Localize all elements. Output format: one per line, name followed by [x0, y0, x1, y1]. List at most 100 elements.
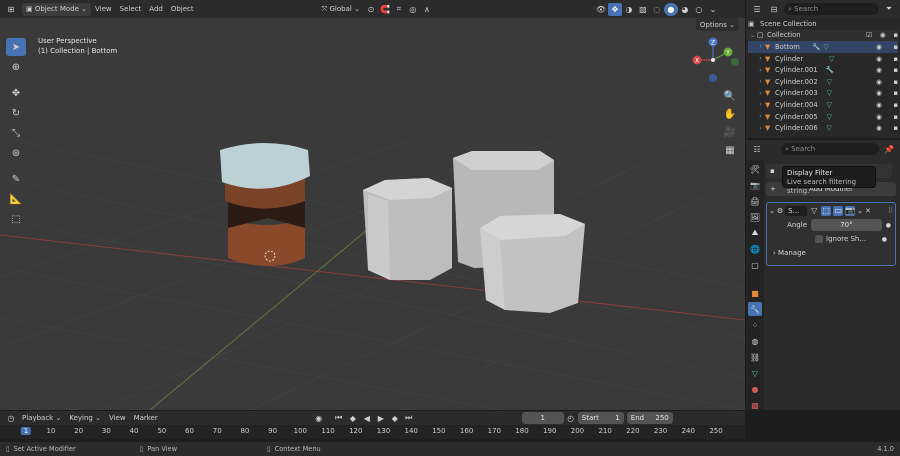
- outliner-item-cylinder-001[interactable]: › ▼ Cylinder.001 🔧 ◉ ▪: [748, 64, 898, 76]
- mode-dropdown[interactable]: ▣ Object Mode ⌄: [22, 2, 92, 16]
- collection-tab[interactable]: ▢: [748, 258, 762, 272]
- checkbox-icon[interactable]: ☑: [866, 31, 872, 39]
- camera-icon[interactable]: ▪: [893, 78, 898, 86]
- drag-handle-icon[interactable]: ⠿: [888, 207, 893, 215]
- camera-icon[interactable]: ▪: [893, 101, 898, 109]
- jump-keyframe-back-icon[interactable]: ◆: [346, 412, 360, 425]
- outliner-item-cylinder-006[interactable]: › ▼ Cylinder.006 ▽ ◉ ▪: [748, 122, 898, 134]
- camera-icon[interactable]: ▪: [893, 89, 898, 97]
- outliner-item-cylinder[interactable]: › ▼ Cylinder ▽ ◉ ▪: [748, 53, 898, 65]
- falloff-icon[interactable]: ∧: [420, 3, 434, 16]
- on-cage-icon[interactable]: ▽: [809, 206, 819, 216]
- timeline-view-menu[interactable]: View: [105, 412, 130, 425]
- texture-tab[interactable]: ▩: [748, 398, 762, 412]
- playhead[interactable]: 1: [20, 427, 32, 435]
- camera-view-button[interactable]: 🎥: [722, 124, 738, 140]
- measure-tool[interactable]: 📐: [6, 190, 26, 208]
- select-box-tool[interactable]: ➤: [6, 38, 26, 56]
- ignore-sharp-checkbox[interactable]: [815, 235, 823, 243]
- jump-keyframe-forward-icon[interactable]: ◆: [388, 412, 402, 425]
- annotate-tool[interactable]: ✎: [6, 170, 26, 188]
- cylinder-002-object[interactable]: [480, 214, 585, 313]
- cursor-tool[interactable]: ⊕: [6, 58, 26, 76]
- pan-button[interactable]: ✋: [722, 106, 738, 122]
- manage-subpanel[interactable]: › Manage: [767, 246, 895, 260]
- modifier-tab[interactable]: 🔧: [748, 302, 762, 316]
- end-frame-field[interactable]: End 250: [626, 412, 673, 424]
- render-tab[interactable]: 📷: [748, 178, 762, 192]
- auto-keying-icon[interactable]: ◉: [312, 412, 326, 425]
- transform-orientation-dropdown[interactable]: ⤧ Global ⌄: [318, 3, 364, 16]
- rotate-tool[interactable]: ↻: [6, 104, 26, 122]
- eye-icon[interactable]: ◉: [876, 101, 882, 109]
- pivot-icon[interactable]: ⊙: [364, 3, 378, 16]
- properties-editor-icon[interactable]: ☷: [750, 143, 764, 156]
- display-mode-icon[interactable]: ⊟: [767, 3, 781, 16]
- timeline-ruler[interactable]: 1 10 20 30 40 50 60 70 80 90 100 110 120 130 140 150 160…: [0, 425, 745, 439]
- scene-tab[interactable]: ⛰: [748, 226, 762, 240]
- properties-search[interactable]: ⌕ Search: [781, 143, 879, 155]
- cylinder-object[interactable]: [363, 178, 452, 280]
- edit-mode-icon[interactable]: ⬚: [821, 205, 832, 216]
- close-icon[interactable]: ✕: [865, 207, 871, 215]
- play-icon[interactable]: ▶: [374, 412, 388, 425]
- outliner-search[interactable]: ⌕ Search: [784, 3, 879, 15]
- eye-icon[interactable]: ◉: [876, 66, 882, 74]
- add-cube-tool[interactable]: ⬚: [6, 210, 26, 228]
- eye-icon[interactable]: ◉: [876, 78, 882, 86]
- outliner-editor-icon[interactable]: ☰: [750, 3, 764, 16]
- camera-icon[interactable]: ▪: [893, 31, 898, 39]
- 3d-viewport[interactable]: Z Y X User Perspective (1) Collection | …: [0, 18, 745, 410]
- view-layer-tab[interactable]: 🖼: [748, 210, 762, 224]
- filter-icon[interactable]: ⏷: [882, 3, 896, 16]
- eye-icon[interactable]: ◉: [876, 113, 882, 121]
- keyframe-dot-icon[interactable]: ●: [882, 236, 887, 243]
- camera-icon[interactable]: ▪: [893, 113, 898, 121]
- eye-icon[interactable]: ◉: [876, 89, 882, 97]
- snap-icon[interactable]: 🧲: [378, 3, 392, 16]
- material-shading-icon[interactable]: ◕: [678, 3, 692, 16]
- outliner-item-cylinder-003[interactable]: › ▼ Cylinder.003 ▽ ◉ ▪: [748, 88, 898, 100]
- tool-tab[interactable]: 🛠: [748, 162, 762, 176]
- physics-tab[interactable]: ◍: [748, 334, 762, 348]
- play-reverse-icon[interactable]: ◀: [360, 412, 374, 425]
- start-frame-field[interactable]: Start 1: [577, 412, 624, 424]
- camera-icon[interactable]: ▪: [893, 124, 898, 132]
- collection-row[interactable]: ⌄ ▢ Collection ☑ ◉ ▪: [748, 29, 898, 42]
- menu-view[interactable]: View: [91, 3, 116, 16]
- solid-shading-icon[interactable]: ●: [663, 2, 678, 16]
- gizmo-toggle-icon[interactable]: ✥: [607, 2, 622, 16]
- current-frame-field[interactable]: 1: [521, 412, 564, 424]
- pin-icon[interactable]: 📌: [882, 143, 896, 156]
- options-dropdown[interactable]: Options ⌄: [695, 18, 739, 31]
- outliner-item-bottom[interactable]: › ▼ Bottom 🔧 ▽ ◉ ▪: [748, 41, 898, 53]
- constraints-tab[interactable]: ⛓: [748, 350, 762, 364]
- data-tab[interactable]: ▽: [748, 366, 762, 380]
- xray-icon[interactable]: ▧: [636, 3, 650, 16]
- menu-add[interactable]: Add: [145, 3, 167, 16]
- editor-type-icon[interactable]: ⊞: [4, 3, 18, 16]
- camera-icon[interactable]: ▪: [893, 66, 898, 74]
- ortho-toggle-button[interactable]: ▦: [722, 142, 738, 158]
- keying-menu[interactable]: Keying ⌄: [65, 412, 105, 425]
- modifier-name-field[interactable]: S...: [785, 205, 808, 216]
- outliner-item-cylinder-002[interactable]: › ▼ Cylinder.002 ▽ ◉ ▪: [748, 76, 898, 88]
- marker-menu[interactable]: Marker: [130, 412, 162, 425]
- transform-tool[interactable]: ⊛: [6, 144, 26, 162]
- outliner-item-cylinder-004[interactable]: › ▼ Cylinder.004 ▽ ◉ ▪: [748, 99, 898, 111]
- object-tab[interactable]: ■: [748, 286, 762, 300]
- navigation-gizmo[interactable]: Z Y X: [692, 37, 740, 83]
- clock-icon[interactable]: ◴: [564, 412, 578, 425]
- overlay-icon[interactable]: ◑: [622, 3, 636, 16]
- realtime-icon[interactable]: ▭: [833, 205, 844, 216]
- menu-object[interactable]: Object: [167, 3, 198, 16]
- eye-icon[interactable]: ◉: [876, 55, 882, 63]
- playback-menu[interactable]: Playback ⌄: [18, 412, 65, 425]
- angle-field[interactable]: 70°: [811, 219, 882, 231]
- camera-icon[interactable]: ▪: [893, 55, 898, 63]
- world-tab[interactable]: 🌐: [748, 242, 762, 256]
- material-tab[interactable]: ●: [748, 382, 762, 396]
- output-tab[interactable]: 🖨: [748, 194, 762, 208]
- chevron-down-icon[interactable]: ⌄: [857, 207, 863, 215]
- camera-icon[interactable]: ▪: [893, 43, 898, 51]
